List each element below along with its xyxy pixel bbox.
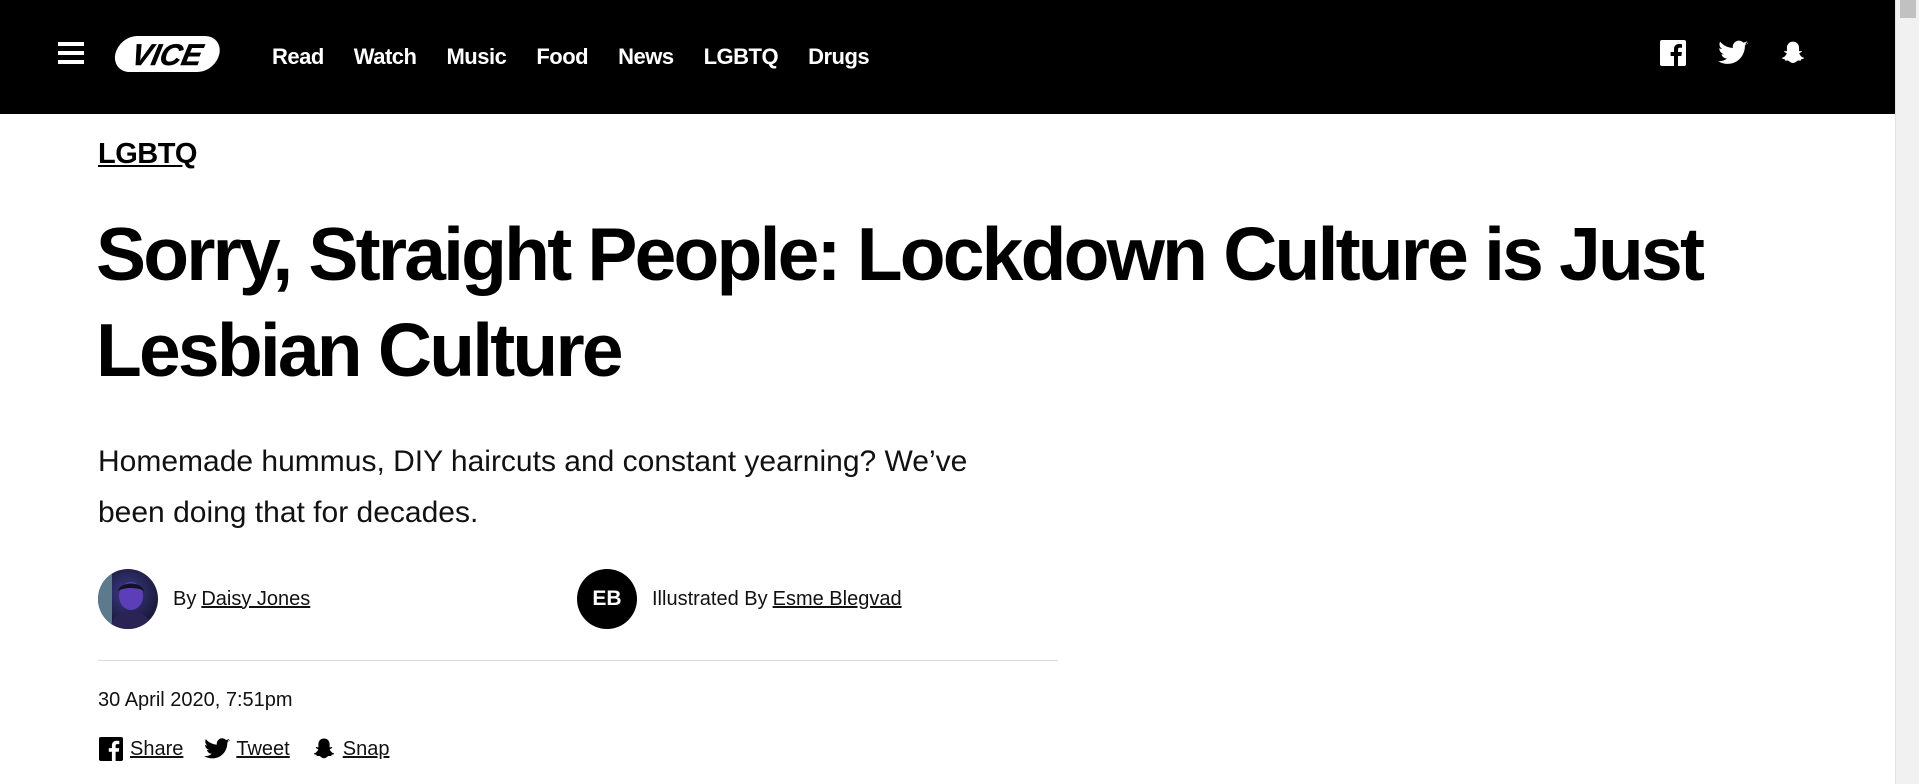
nav-read[interactable]: Read [272,44,324,70]
snapchat-icon[interactable] [1778,38,1808,68]
nav-drugs[interactable]: Drugs [808,44,870,70]
snapchat-icon [311,736,337,762]
nav-lgbtq[interactable]: LGBTQ [704,44,779,70]
article-dek: Homemade hummus, DIY haircuts and consta… [98,445,968,529]
illustrator-avatar[interactable]: EB [577,569,637,629]
share-facebook-label: Share [130,737,184,760]
twitter-icon [204,736,231,762]
article-headline: Sorry, Straight People: Lockdown Culture… [96,212,1705,392]
main-nav: Read Watch Music Food News LGBTQ Drugs [272,0,899,114]
author-prefix: By [173,587,197,610]
nav-music[interactable]: Music [446,44,506,70]
page-scrollbar[interactable] [1895,0,1919,784]
share-snapchat-button[interactable]: Snap [311,736,390,762]
illustrator-link[interactable]: Esme Blegvad [773,588,902,611]
facebook-icon[interactable] [1658,38,1688,68]
share-twitter-label: Tweet [236,737,290,760]
menu-icon[interactable] [58,42,84,64]
nav-food[interactable]: Food [536,44,588,70]
top-navigation-bar: VICE Read Watch Music Food News LGBTQ Dr… [0,0,1895,114]
publish-date: 30 April 2020, 7:51pm [98,689,293,711]
share-snapchat-label: Snap [342,737,390,760]
author-avatar[interactable] [98,569,158,629]
author-link[interactable]: Daisy Jones [201,588,310,611]
facebook-icon [98,736,124,762]
share-links: Share Tweet Snap [98,734,410,764]
logo-text: VICE [129,39,207,72]
scrollbar-thumb[interactable] [1900,0,1916,18]
vice-logo[interactable]: VICE [112,32,228,76]
illustrator-byline: EB Illustrated By Esme Blegvad [577,568,902,630]
section-link-lgbtq[interactable]: LGBTQ [98,138,198,171]
byline-divider [98,660,1058,661]
share-facebook-button[interactable]: Share [98,736,183,762]
illustrator-prefix: Illustrated By [652,587,768,610]
twitter-icon[interactable] [1718,38,1748,68]
nav-news[interactable]: News [618,44,674,70]
header-social-links [1658,38,1808,68]
author-byline: By Daisy Jones [98,568,310,630]
nav-watch[interactable]: Watch [354,44,417,70]
share-twitter-button[interactable]: Tweet [204,736,290,762]
